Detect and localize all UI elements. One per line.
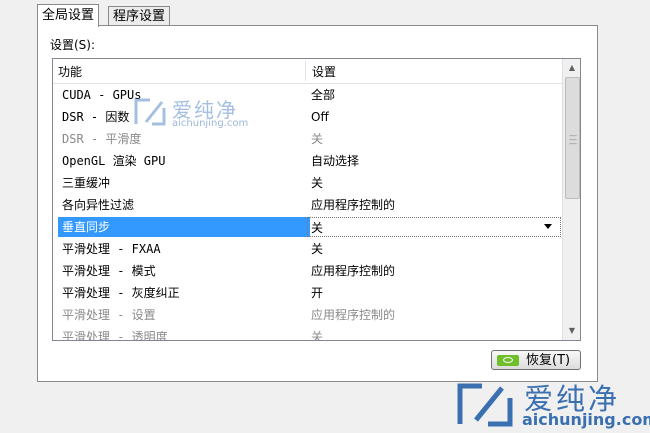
feature-label: 平滑处理 - 模式 xyxy=(62,264,156,278)
column-divider[interactable] xyxy=(305,61,306,81)
scrollbar-thumb[interactable]: — — — xyxy=(565,77,580,199)
scroll-up-icon[interactable]: ▲ xyxy=(563,59,580,76)
tab-program-settings[interactable]: 程序设置 xyxy=(108,6,171,26)
watermark-url: aichunjing.com xyxy=(522,410,650,429)
list-item[interactable]: CUDA - GPUs 全部 xyxy=(53,84,562,106)
setting-value: 关 xyxy=(311,132,324,146)
setting-value: 应用程序控制的 xyxy=(311,264,396,278)
settings-label: 设置(S): xyxy=(50,38,96,52)
setting-value: 应用程序控制的 xyxy=(311,198,396,212)
list-item[interactable]: 平滑处理 - 设置 应用程序控制的 xyxy=(53,304,562,326)
grip-icon: — — — xyxy=(569,131,577,148)
watermark-url: aichunjing.com xyxy=(172,118,249,129)
column-header-setting[interactable]: 设置 xyxy=(307,59,336,83)
list-item[interactable]: 平滑处理 - FXAA 关 xyxy=(53,238,562,260)
watermark-logo-icon xyxy=(457,383,513,427)
list-item[interactable]: 平滑处理 - 灰度纠正 开 xyxy=(53,282,562,304)
feature-label: 平滑处理 - FXAA xyxy=(62,242,161,256)
dropdown-value: 关 xyxy=(311,221,324,235)
list-item[interactable]: OpenGL 渲染 GPU 自动选择 xyxy=(53,150,562,172)
setting-value: 开 xyxy=(311,286,324,300)
watermark-overlay: 爱纯净 aichunjing.com xyxy=(132,94,262,134)
setting-value: 关 xyxy=(311,242,324,256)
vertical-scrollbar[interactable]: ▲ — — — ▼ xyxy=(562,59,580,340)
nvidia-logo-icon xyxy=(497,355,519,366)
feature-label: DSR - 平滑度 xyxy=(62,132,142,146)
setting-value: 应用程序控制的 xyxy=(311,308,396,322)
setting-value: 自动选择 xyxy=(311,154,360,168)
restore-button-label: 恢复(T) xyxy=(526,353,571,368)
tab-global-settings[interactable]: 全局设置 xyxy=(37,4,100,27)
setting-value: Off xyxy=(311,110,329,124)
scroll-down-icon[interactable]: ▼ xyxy=(563,322,580,339)
feature-label: CUDA - GPUs xyxy=(62,88,142,102)
list-item[interactable]: DSR - 因数 Off xyxy=(53,106,562,128)
feature-label: 平滑处理 - 透明度 xyxy=(62,330,168,341)
list-item[interactable]: 三重缓冲 关 xyxy=(53,172,562,194)
feature-label: OpenGL 渲染 GPU xyxy=(62,154,166,168)
list-item[interactable]: 平滑处理 - 透明度 关 xyxy=(53,326,562,341)
feature-label: 三重缓冲 xyxy=(62,176,111,190)
feature-label: 平滑处理 - 灰度纠正 xyxy=(62,286,180,300)
list-header: 功能 设置 xyxy=(53,59,562,84)
watermark-logo-icon xyxy=(134,98,166,126)
list-item-selected[interactable]: 垂直同步关 xyxy=(53,216,562,238)
list-item[interactable]: 各向异性过滤 应用程序控制的 xyxy=(53,194,562,216)
setting-value: 关 xyxy=(311,176,324,190)
setting-dropdown[interactable]: 关 xyxy=(307,217,561,237)
list-item[interactable]: DSR - 平滑度 关 xyxy=(53,128,562,150)
list-item[interactable]: 平滑处理 - 模式 应用程序控制的 xyxy=(53,260,562,282)
feature-label: 平滑处理 - 设置 xyxy=(62,308,156,322)
setting-value: 全部 xyxy=(311,88,336,102)
feature-label: 各向异性过滤 xyxy=(62,198,135,212)
chevron-down-icon[interactable] xyxy=(544,224,552,229)
feature-label: 垂直同步 xyxy=(58,217,310,237)
feature-label: DSR - 因数 xyxy=(62,110,130,124)
restore-button[interactable]: 恢复(T) xyxy=(491,350,581,370)
column-header-feature[interactable]: 功能 xyxy=(53,59,82,83)
setting-value: 关 xyxy=(311,330,324,341)
watermark-corner: 爱纯净 aichunjing.com xyxy=(452,378,650,433)
